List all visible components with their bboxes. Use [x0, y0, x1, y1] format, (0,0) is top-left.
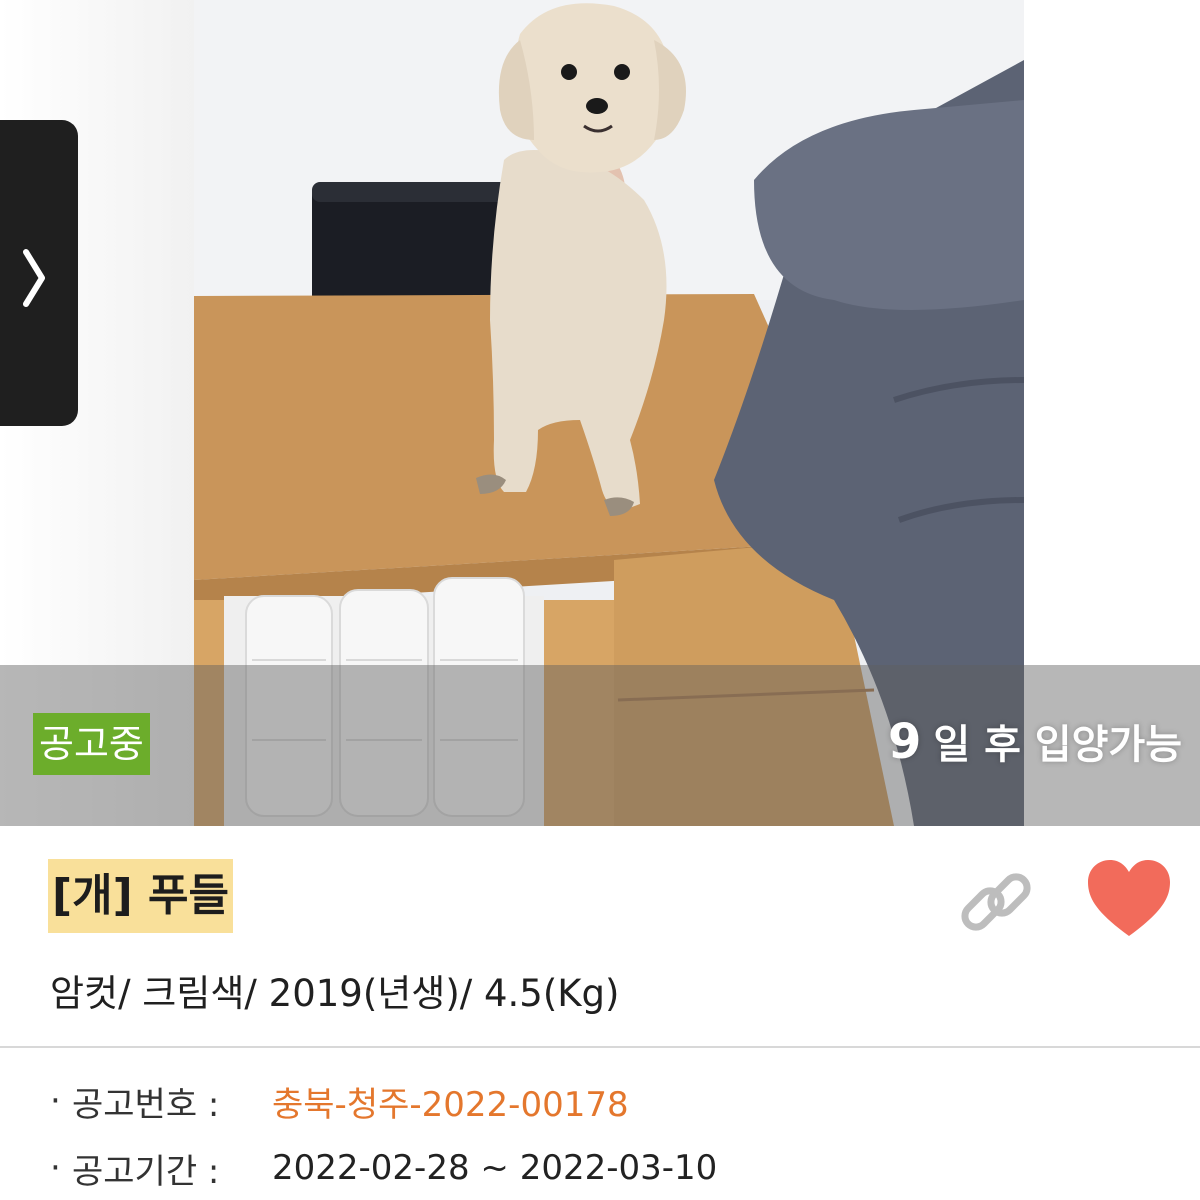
notice-number-label: 공고번호 :: [72, 1084, 220, 1125]
link-icon: [961, 873, 1031, 931]
chevron-right-icon: [23, 249, 45, 307]
notice-period-value: 2022-02-28 ~ 2022-03-10: [272, 1148, 718, 1188]
adoption-availability: 9 일 후 입양가능: [888, 712, 1182, 774]
heart-icon: [1088, 860, 1170, 936]
animal-summary: 암컷/ 크림색/ 2019(년생)/ 4.5(Kg): [50, 972, 620, 1015]
favorite-button[interactable]: [1086, 858, 1172, 940]
adoption-days-label: 일 후 입양가능: [933, 722, 1182, 768]
prev-photo-button[interactable]: [0, 120, 78, 426]
animal-title: [개] 푸들: [52, 870, 229, 921]
notice-number-value: 충북-청주-2022-00178: [272, 1084, 629, 1125]
notice-number-row: · 공고번호 : 충북-청주-2022-00178: [50, 1073, 629, 1129]
notice-period-row: · 공고기간 : 2022-02-28 ~ 2022-03-10: [50, 1140, 717, 1196]
share-link-button[interactable]: [954, 864, 1040, 944]
list-bullet: ·: [50, 1081, 61, 1121]
list-bullet: ·: [50, 1148, 61, 1188]
notice-status-badge: 공고중: [33, 713, 150, 775]
animal-title-highlight: [개] 푸들: [48, 859, 233, 933]
section-divider: [0, 1046, 1200, 1048]
adoption-days-count: 9: [887, 714, 922, 770]
notice-period-label: 공고기간 :: [72, 1151, 220, 1192]
photo-gallery[interactable]: [0, 0, 1200, 826]
